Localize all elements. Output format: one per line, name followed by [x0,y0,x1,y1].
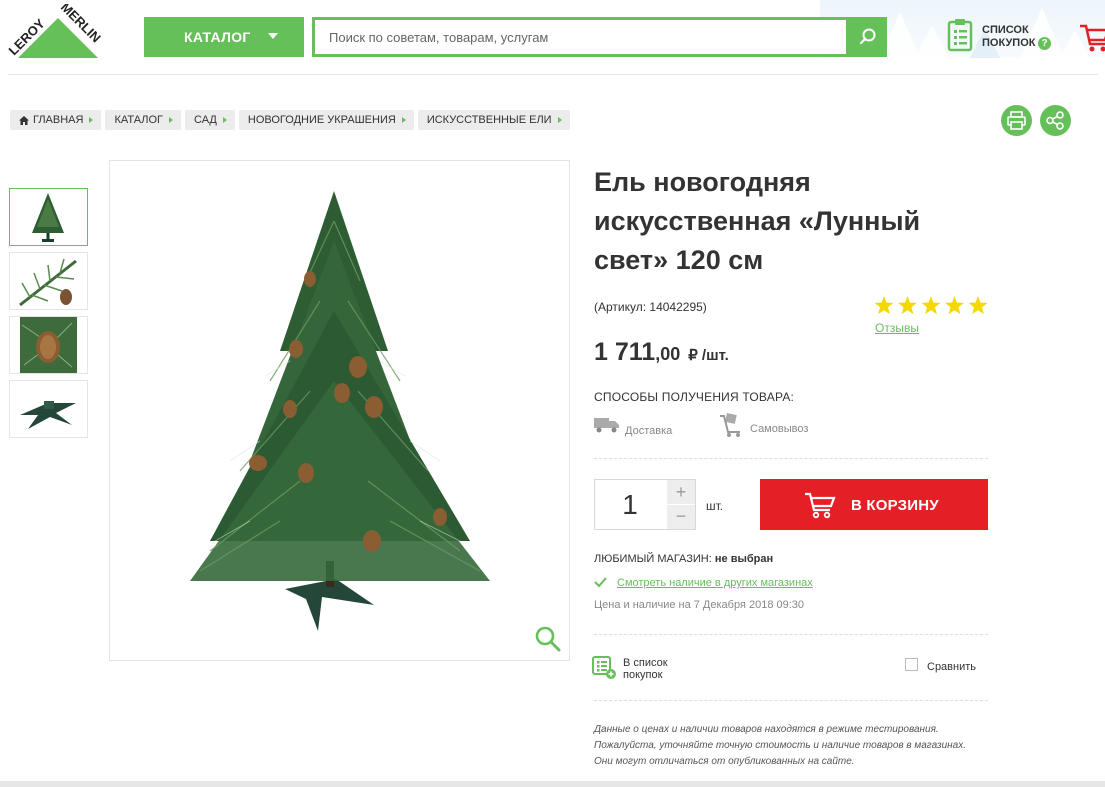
print-icon [1007,111,1026,130]
breadcrumb-arrow-icon [89,117,94,123]
chevron-down-icon [268,33,278,39]
star-icon [897,296,918,315]
shopping-list-line2: ПОКУПОК [982,37,1036,49]
rating-stars [874,296,989,316]
pickup-cart-icon [720,413,740,437]
price-integer: 1 711 [594,338,656,366]
quantity-stepper: + − [594,479,696,530]
quantity-decrease-button[interactable]: − [667,505,695,529]
thumbnail-tree[interactable] [9,188,88,246]
shopping-list-icon [947,19,973,52]
thumbnail-stand[interactable] [9,380,88,438]
star-icon [921,296,941,315]
reviews-link[interactable]: Отзывы [875,321,919,335]
logo[interactable]: LEROY MERLIN [6,0,104,58]
catalog-button[interactable]: КАТАЛОГ [144,17,304,57]
breadcrumb-new-year-decorations[interactable]: НОВОГОДНИЕ УКРАШЕНИЯ [238,110,414,130]
print-button[interactable] [1001,105,1032,136]
search-button[interactable] [849,17,887,57]
delivery-option: Доставка [594,416,672,438]
breadcrumb-arrow-icon [169,117,174,123]
pickup-label: Самовывоз [750,423,809,435]
divider [594,634,988,635]
zoom-icon[interactable] [534,625,562,653]
pickup-option: Самовывоз [718,412,808,438]
compare-label: Сравнить [927,661,977,673]
breadcrumb-artificial-trees[interactable]: ИСКУССТВЕННЫЕ ЕЛИ [417,110,570,130]
breadcrumb-garden[interactable]: САД [185,110,235,130]
thumbnail-branch[interactable] [9,252,88,310]
quantity-input[interactable] [595,480,665,529]
truck-icon [594,418,619,433]
favorite-store-label: ЛЮБИМЫЙ МАГАЗИН: [594,553,715,565]
compare-checkbox[interactable] [905,658,918,671]
favorite-store: ЛЮБИМЫЙ МАГАЗИН: не выбран [594,553,773,565]
breadcrumb-label: КАТАЛОГ [114,114,164,126]
quantity-increase-button[interactable]: + [667,480,695,504]
list-add-icon [592,656,616,679]
breadcrumb-arrow-icon [401,117,406,123]
header-divider [8,74,1098,75]
star-icon [968,296,988,315]
breadcrumb-catalog[interactable]: КАТАЛОГ [105,110,182,130]
price-decimals: ,00 [655,344,681,364]
favorite-store-value[interactable]: не выбран [715,553,773,565]
other-stores-link[interactable]: Смотреть наличие в других магазинах [617,577,813,589]
star-icon [874,296,894,315]
help-icon[interactable]: ? [1038,37,1051,50]
product-title: Ель новогодняя искусственная «Лунный све… [594,167,921,275]
catalog-label: КАТАЛОГ [184,29,251,45]
product-article: (Артикул: 14042295) [594,300,707,314]
disclaimer: Данные о ценах и наличии товаров находят… [594,724,967,767]
footer-strip [0,781,1105,787]
check-icon [594,575,607,588]
breadcrumb-arrow-icon [222,117,227,123]
shopping-list-link[interactable]: СПИСОК ПОКУПОК ? [946,18,1056,54]
search-input[interactable] [315,20,846,54]
breadcrumb-arrow-icon [557,117,562,123]
product-price: 1 711,00 ₽ /шт. [594,338,729,367]
product-main-image[interactable] [109,160,570,661]
price-unit: ₽ /шт. [688,347,729,364]
search-bar [312,17,887,57]
divider [594,700,988,701]
price-date: Цена и наличие на 7 Декабря 2018 09:30 [594,599,805,611]
breadcrumb-label: ГЛАВНАЯ [33,114,84,126]
add-to-list-line2: покупок [623,669,663,681]
home-icon [19,115,29,125]
share-icon [1046,111,1064,130]
breadcrumb-label: НОВОГОДНИЕ УКРАШЕНИЯ [247,114,396,126]
delivery-methods-heading: СПОСОБЫ ПОЛУЧЕНИЯ ТОВАРА: [594,390,795,404]
breadcrumb-home[interactable]: ГЛАВНАЯ [10,110,102,130]
search-icon [859,28,876,45]
breadcrumb-label: САД [194,114,217,126]
header-cart-button[interactable] [1078,18,1105,54]
add-to-list-line1: В список [623,657,668,669]
share-button[interactable] [1040,105,1071,136]
cart-icon [1080,24,1105,52]
delivery-label: Доставка [625,425,673,437]
product-image-tree [190,191,490,631]
breadcrumb: ГЛАВНАЯ КАТАЛОГ САД НОВОГОДНИЕ УКРАШЕНИЯ… [10,110,570,130]
star-icon [944,296,965,315]
quantity-unit: шт. [706,499,724,513]
add-to-cart-label: В КОРЗИНУ [851,497,939,514]
thumbnail-cones[interactable] [9,316,88,374]
add-to-list-button[interactable]: В список покупок [592,655,692,685]
cart-icon [805,492,836,519]
breadcrumb-label: ИСКУССТВЕННЫЕ ЕЛИ [426,114,552,126]
shopping-list-line1: СПИСОК [982,24,1029,36]
add-to-cart-button[interactable]: В КОРЗИНУ [760,479,988,530]
divider [594,458,988,459]
